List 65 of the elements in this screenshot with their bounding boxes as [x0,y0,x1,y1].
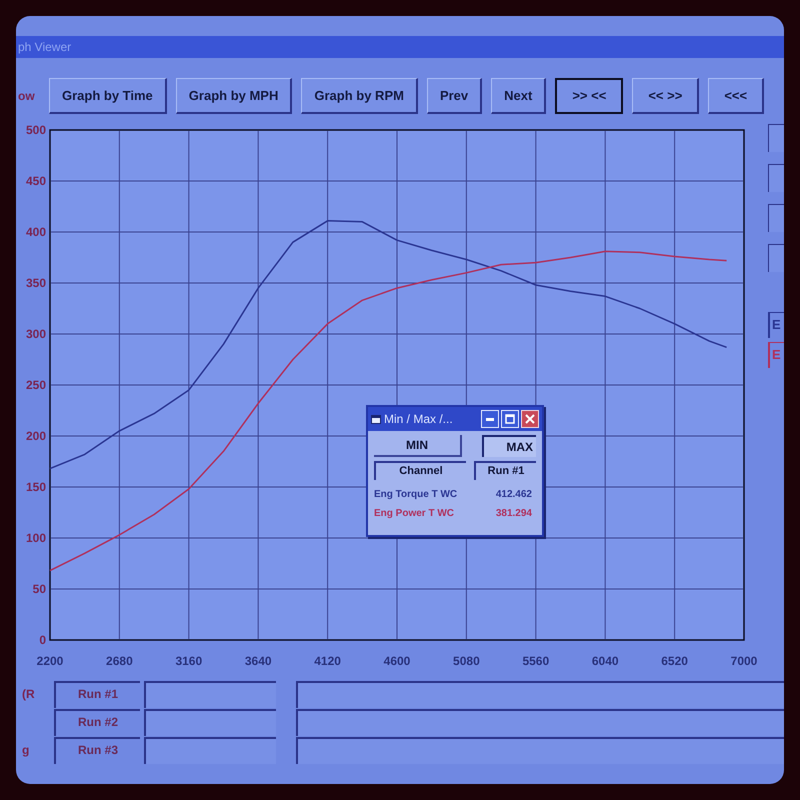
row-label: (R [21,686,36,703]
toolbar-button[interactable]: <<< [708,78,764,114]
run-label: Run #1 [54,681,140,708]
axis-tick-label: 3160 [175,654,202,668]
minimize-icon [486,418,494,420]
column-header: Channel [374,461,466,480]
legend-entry: E [768,312,784,338]
input-field[interactable] [296,737,784,764]
axis-tick-label: 450 [26,174,46,188]
close-button[interactable] [521,410,539,428]
maximize-button[interactable] [501,410,519,428]
toolbar-button[interactable]: Graph by Time [49,78,167,114]
axis-tick-label: 7000 [730,654,758,668]
side-panel-button[interactable] [768,244,784,272]
input-field[interactable] [296,681,784,708]
axis-tick-label: 5080 [453,654,480,668]
axis-tick-label: 0 [39,633,46,647]
axis-tick-label: 350 [26,276,46,290]
close-icon [525,414,535,424]
axis-tick-label: 4120 [314,654,341,668]
dialog-tab[interactable]: MAX [482,435,536,457]
side-panel-button[interactable] [768,124,784,152]
side-panel-button[interactable] [768,204,784,232]
input-field[interactable] [144,737,276,764]
axis-tick-label: 2680 [106,654,133,668]
toolbar-button[interactable]: Prev [426,78,482,114]
input-field[interactable] [144,709,276,736]
maximize-icon [505,414,515,424]
run-label: Run #2 [54,709,140,736]
side-panel-button[interactable] [768,164,784,192]
channel-name: Eng Power T WC [374,507,454,521]
axis-tick-label: 50 [32,582,46,596]
input-field[interactable] [296,709,784,736]
axis-tick-label: 4600 [384,654,410,668]
axis-tick-label: 6040 [592,654,619,668]
axis-tick-label: 5560 [522,654,550,668]
axis-tick-label: 150 [26,480,46,494]
legend-entry: E [768,342,784,368]
toolbar-button[interactable]: >> << [555,78,624,114]
toolbar-button[interactable]: << >> [632,78,700,114]
row-label: g [21,742,30,759]
axis-tick-label: 100 [26,531,46,545]
dialog-tab[interactable]: MIN [374,435,462,457]
column-header: Run #1 [474,461,536,480]
minimize-button[interactable] [481,410,499,428]
channel-value: 381.294 [496,507,533,521]
channel-value: 412.462 [496,488,533,502]
axis-tick-label: 6520 [661,654,688,668]
dialog-title: Min / Max /... [384,413,453,425]
axis-tick-label: 3640 [244,654,272,668]
axis-tick-label: 400 [26,225,46,239]
axis-tick-label: 2200 [36,654,64,668]
axis-tick-label: 200 [26,429,46,443]
toolbar-button[interactable]: Graph by RPM [301,78,418,114]
run-label: Run #3 [54,737,140,764]
axis-tick-label: 500 [26,123,46,137]
channel-name: Eng Torque T WC [374,488,458,502]
window-title: ph Viewer [18,41,72,53]
window-icon [371,414,381,424]
toolbar-button[interactable]: Graph by MPH [176,78,292,114]
axis-label: ow [18,88,36,105]
input-field[interactable] [144,681,276,708]
axis-tick-label: 300 [26,327,46,341]
axis-tick-label: 250 [26,378,46,392]
toolbar-button[interactable]: Next [491,78,546,114]
